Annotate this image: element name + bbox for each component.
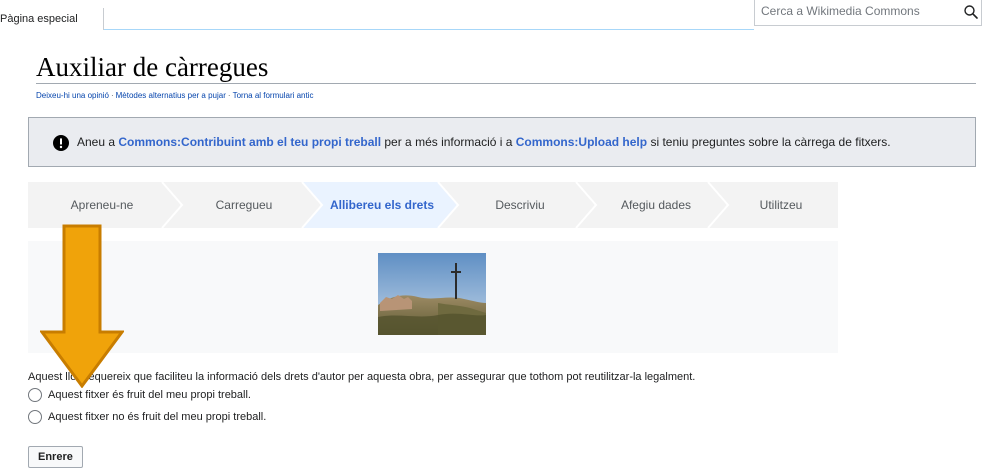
special-page-tab[interactable]: Pàgina especial bbox=[0, 8, 104, 30]
old-form-link[interactable]: Torna al formulari antic bbox=[233, 91, 314, 100]
search-box bbox=[754, 0, 982, 26]
own-work-link[interactable]: Commons:Contribuint amb el teu propi tre… bbox=[118, 135, 381, 149]
notice-text-part: per a més informació i a bbox=[381, 135, 516, 149]
search-input[interactable] bbox=[761, 4, 941, 18]
page-title: Auxiliar de càrregues bbox=[36, 52, 269, 82]
notice-box: Aneu a Commons:Contribuint amb el teu pr… bbox=[28, 117, 976, 167]
link-separator: · bbox=[110, 91, 114, 100]
radio-not-own-work[interactable]: Aquest fitxer no és fruit del meu propi … bbox=[28, 409, 266, 425]
rights-intro-text: Aquest lloc requereix que faciliteu la i… bbox=[28, 371, 696, 383]
search-icon[interactable] bbox=[963, 4, 979, 20]
tab-underline bbox=[104, 29, 754, 30]
feedback-link[interactable]: Deixeu-hi una opinió bbox=[36, 91, 109, 100]
top-bar: Pàgina especial bbox=[0, 0, 982, 30]
radio-button[interactable] bbox=[28, 388, 42, 402]
preview-panel bbox=[28, 241, 838, 353]
notice-text: Aneu a Commons:Contribuint amb el teu pr… bbox=[77, 135, 891, 149]
notice-text-part: Aneu a bbox=[77, 135, 119, 149]
title-divider bbox=[36, 83, 976, 84]
file-thumbnail bbox=[378, 253, 486, 335]
alert-icon bbox=[53, 135, 69, 151]
radio-button[interactable] bbox=[28, 410, 42, 424]
link-separator: · bbox=[227, 91, 231, 100]
step-describe[interactable]: Descriviu bbox=[452, 182, 588, 228]
step-use[interactable]: Utilitzeu bbox=[724, 182, 838, 228]
radio-label: Aquest fitxer és fruit del meu propi tre… bbox=[48, 389, 251, 401]
down-arrow-overlay bbox=[40, 224, 124, 388]
notice-text-part: si teniu preguntes sobre la càrrega de f… bbox=[647, 135, 891, 149]
back-button[interactable]: Enrere bbox=[28, 446, 83, 468]
step-release-rights[interactable]: Allibereu els drets bbox=[312, 182, 452, 228]
alternative-methods-link[interactable]: Mètodes alternatius per a pujar bbox=[116, 91, 226, 100]
step-learn[interactable]: Apreneu-ne bbox=[28, 182, 176, 228]
radio-own-work[interactable]: Aquest fitxer és fruit del meu propi tre… bbox=[28, 387, 251, 403]
step-add-data[interactable]: Afegiu dades bbox=[588, 182, 724, 228]
upload-links: Deixeu-hi una opinió · Mètodes alternatius… bbox=[36, 91, 314, 100]
step-upload[interactable]: Carregueu bbox=[176, 182, 312, 228]
upload-help-link[interactable]: Commons:Upload help bbox=[516, 135, 647, 149]
steps-bar: Apreneu-ne Carregueu Allibereu els drets… bbox=[28, 182, 838, 228]
radio-label: Aquest fitxer no és fruit del meu propi … bbox=[48, 411, 267, 423]
special-page-tab-label: Pàgina especial bbox=[0, 13, 78, 25]
